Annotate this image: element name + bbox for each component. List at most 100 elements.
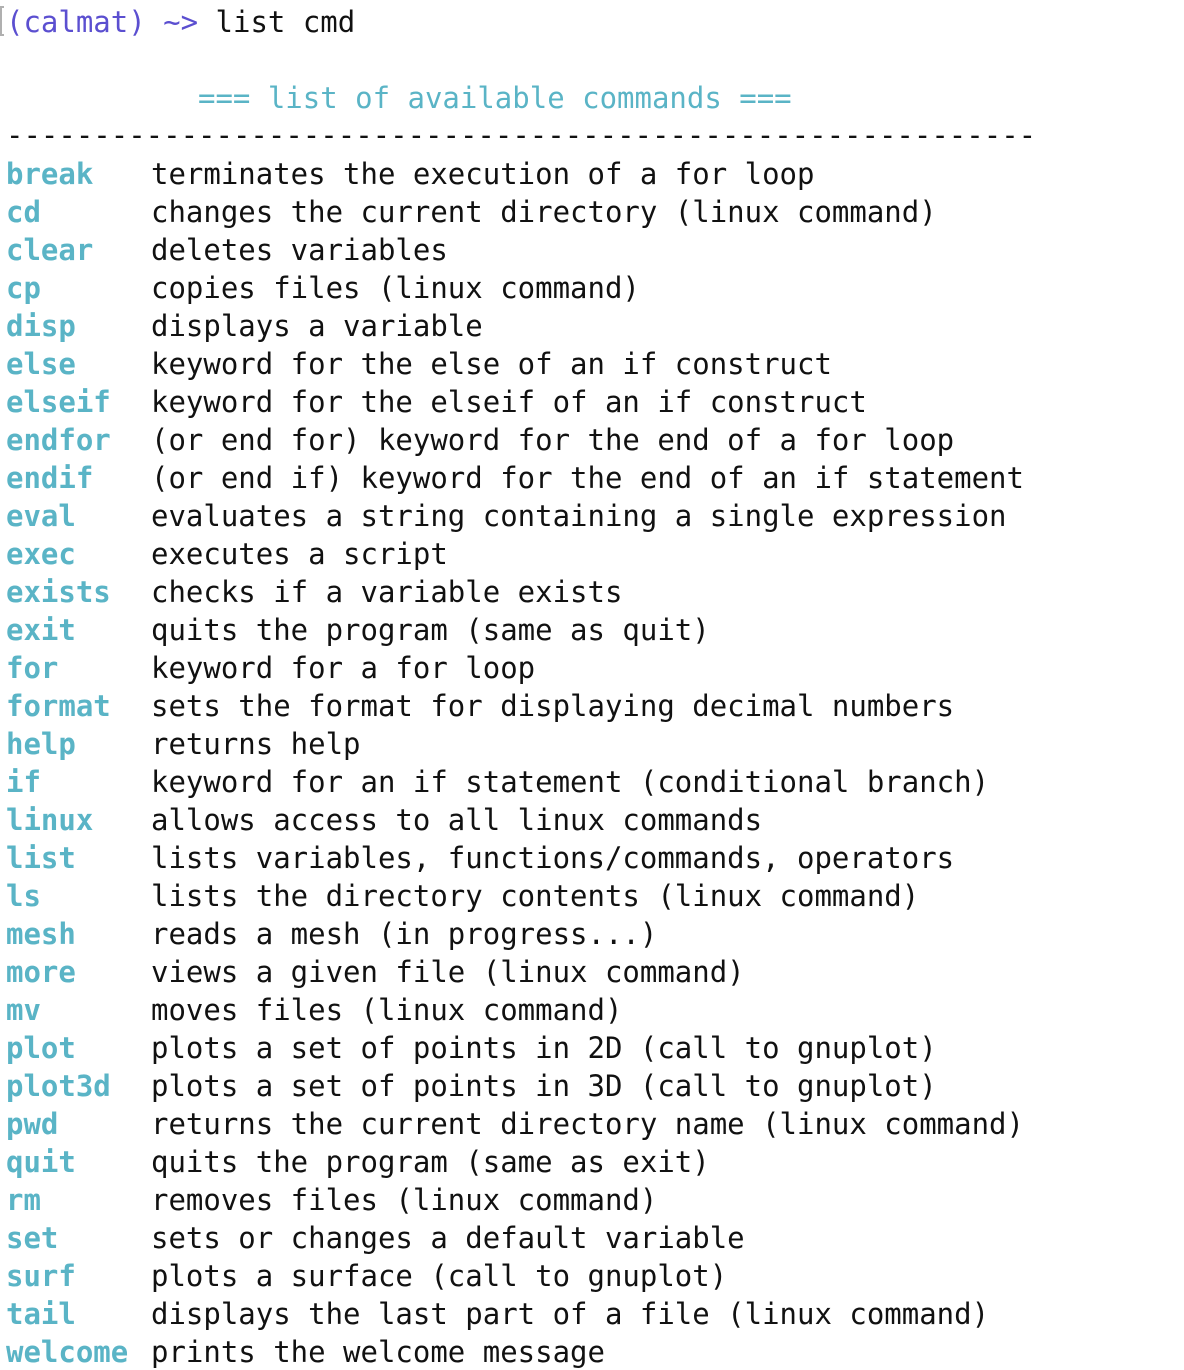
list-item: help returns help (6, 725, 1024, 763)
command-name: exists (6, 575, 111, 609)
list-item: eval evaluates a string containing a sing… (6, 497, 1024, 535)
command-description: evaluates a string containing a single e… (151, 499, 1007, 533)
list-item: cd changes the current directory (linux c… (6, 193, 1024, 231)
command-description: terminates the execution of a for loop (151, 157, 815, 191)
command-description: plots a surface (call to gnuplot) (151, 1259, 728, 1293)
separator: ----------------------------------------… (6, 118, 1037, 152)
list-item: rm removes files (linux command) (6, 1181, 1024, 1219)
command-name: eval (6, 499, 76, 533)
command-name: quit (6, 1145, 76, 1179)
list-item: plot3d plots a set of points in 3D (call … (6, 1067, 1024, 1105)
command-name: mv (6, 993, 41, 1027)
command-name: cp (6, 271, 41, 305)
command-name: exit (6, 613, 76, 647)
list-item: if keyword for an if statement (condition… (6, 763, 1024, 801)
command-description: removes files (linux command) (151, 1183, 658, 1217)
command-name: more (6, 955, 76, 989)
list-item: format sets the format for displaying dec… (6, 687, 1024, 725)
command-description: lists variables, functions/commands, ope… (151, 841, 955, 875)
command-name: clear (6, 233, 94, 267)
command-description: copies files (linux command) (151, 271, 640, 305)
command-description: allows access to all linux commands (151, 803, 763, 837)
command-description: views a given file (linux command) (151, 955, 745, 989)
terminal-window[interactable]: (calmat) ~> list cmd === list of availab… (0, 0, 1184, 1370)
command-description: prints the welcome message (151, 1335, 605, 1369)
command-description: reads a mesh (in progress...) (151, 917, 658, 951)
command-description: displays a variable (151, 309, 483, 343)
list-item: disp displays a variable (6, 307, 1024, 345)
command-description: quits the program (same as quit) (151, 613, 710, 647)
command-name: disp (6, 309, 76, 343)
list-item: for keyword for a for loop (6, 649, 1024, 687)
prompt-command: list cmd (215, 5, 356, 39)
list-item: ls lists the directory contents (linux co… (6, 877, 1024, 915)
command-name: exec (6, 537, 76, 571)
command-name: format (6, 689, 111, 723)
command-name: cd (6, 195, 41, 229)
command-description: (or end if) keyword for the end of an if… (151, 461, 1024, 495)
list-item: mesh reads a mesh (in progress...) (6, 915, 1024, 953)
command-description: deletes variables (151, 233, 448, 267)
list-item: exit quits the program (same as quit) (6, 611, 1024, 649)
command-description: returns the current directory name (linu… (151, 1107, 1024, 1141)
command-name: linux (6, 803, 94, 837)
command-name: if (6, 765, 41, 799)
command-description: sets the format for displaying decimal n… (151, 689, 955, 723)
selection-bracket-icon (0, 6, 4, 36)
command-description: keyword for the elseif of an if construc… (151, 385, 867, 419)
list-header: === list of available commands === (198, 81, 792, 115)
prompt-env: (calmat) (6, 5, 146, 39)
list-item: list lists variables, functions/commands,… (6, 839, 1024, 877)
command-name: welcome (6, 1335, 129, 1369)
command-name: else (6, 347, 76, 381)
list-item: clear deletes variables (6, 231, 1024, 269)
command-description: moves files (linux command) (151, 993, 623, 1027)
command-description: changes the current directory (linux com… (151, 195, 937, 229)
command-description: quits the program (same as exit) (151, 1145, 710, 1179)
command-name: pwd (6, 1107, 59, 1141)
command-name: for (6, 651, 59, 685)
list-item: break terminates the execution of a for l… (6, 155, 1024, 193)
list-item: surf plots a surface (call to gnuplot) (6, 1257, 1024, 1295)
command-description: (or end for) keyword for the end of a fo… (151, 423, 955, 457)
list-item: plot plots a set of points in 2D (call to… (6, 1029, 1024, 1067)
command-name: mesh (6, 917, 76, 951)
command-name: endif (6, 461, 94, 495)
list-item: welcome prints the welcome message (6, 1333, 1024, 1370)
list-item: exec executes a script (6, 535, 1024, 573)
command-name: break (6, 157, 94, 191)
command-name: ls (6, 879, 41, 913)
list-item: exists checks if a variable exists (6, 573, 1024, 611)
command-description: sets or changes a default variable (151, 1221, 745, 1255)
prompt-arrow: ~> (163, 5, 199, 39)
command-list: break terminates the execution of a for l… (6, 155, 1024, 1370)
list-item: else keyword for the else of an if constr… (6, 345, 1024, 383)
list-item: elseif keyword for the elseif of an if co… (6, 383, 1024, 421)
command-name: list (6, 841, 76, 875)
list-item: endif (or end if) keyword for the end of … (6, 459, 1024, 497)
list-item: pwd returns the current directory name (l… (6, 1105, 1024, 1143)
command-name: endfor (6, 423, 111, 457)
command-description: keyword for a for loop (151, 651, 536, 685)
command-description: checks if a variable exists (151, 575, 623, 609)
command-description: plots a set of points in 2D (call to gnu… (151, 1031, 937, 1065)
command-name: help (6, 727, 76, 761)
list-item: tail displays the last part of a file (li… (6, 1295, 1024, 1333)
command-description: returns help (151, 727, 361, 761)
list-item: more views a given file (linux command) (6, 953, 1024, 991)
command-description: keyword for an if statement (conditional… (151, 765, 990, 799)
command-description: keyword for the else of an if construct (151, 347, 832, 381)
command-name: rm (6, 1183, 41, 1217)
prompt-line: (calmat) ~> list cmd (6, 3, 355, 41)
list-item: endfor (or end for) keyword for the end o… (6, 421, 1024, 459)
list-item: linux allows access to all linux commands (6, 801, 1024, 839)
command-name: elseif (6, 385, 111, 419)
command-name: plot3d (6, 1069, 111, 1103)
command-description: lists the directory contents (linux comm… (151, 879, 920, 913)
command-description: plots a set of points in 3D (call to gnu… (151, 1069, 937, 1103)
list-item: cp copies files (linux command) (6, 269, 1024, 307)
command-name: surf (6, 1259, 76, 1293)
list-item: quit quits the program (same as exit) (6, 1143, 1024, 1181)
list-item: set sets or changes a default variable (6, 1219, 1024, 1257)
command-name: set (6, 1221, 59, 1255)
